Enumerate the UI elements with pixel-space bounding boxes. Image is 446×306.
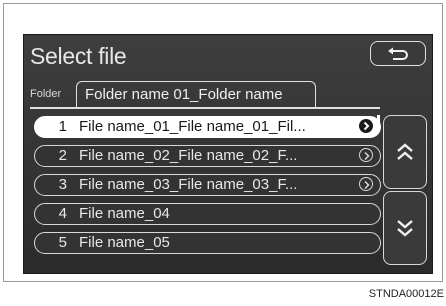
figure-code: STNDA00012E — [368, 288, 444, 300]
double-chevron-up-icon — [397, 143, 413, 160]
folder-row: Folder Folder name 01_Folder name — [24, 81, 432, 107]
file-item-5[interactable]: 5 File name_05 — [34, 232, 381, 254]
double-chevron-down-icon — [397, 220, 413, 237]
file-item-1[interactable]: 1 File name_01_File name_01_Fil... — [34, 116, 381, 138]
file-item-2[interactable]: 2 File name_02_File name_02_F... — [34, 145, 381, 167]
scroll-down-button[interactable] — [383, 191, 427, 265]
folder-name: Folder name 01_Folder name — [85, 86, 283, 103]
file-number: 5 — [58, 234, 67, 251]
file-number: 2 — [58, 147, 67, 164]
back-arrow-icon — [388, 47, 408, 60]
file-name: File name_05 — [79, 234, 170, 251]
play-circle-icon — [359, 148, 373, 162]
file-name: File name_03_File name_03_F... — [79, 176, 298, 193]
file-number: 1 — [58, 118, 67, 135]
list-divider — [30, 107, 380, 109]
folder-name-tab: Folder name 01_Folder name — [76, 81, 316, 107]
file-name: File name_04 — [79, 205, 170, 222]
file-name: File name_01_File name_01_Fil... — [79, 118, 306, 135]
play-circle-icon — [359, 177, 373, 191]
screen-title: Select file — [30, 43, 127, 69]
play-circle-icon — [359, 119, 373, 133]
file-name: File name_02_File name_02_F... — [79, 147, 298, 164]
file-item-4[interactable]: 4 File name_04 — [34, 203, 381, 225]
file-number: 4 — [58, 205, 67, 222]
folder-label: Folder — [30, 88, 62, 100]
back-button[interactable] — [370, 41, 426, 66]
display-screen: Select file Folder Folder name 01_Folder… — [23, 34, 433, 274]
file-item-3[interactable]: 3 File name_03_File name_03_F... — [34, 174, 381, 196]
scroll-up-button[interactable] — [383, 115, 427, 189]
file-number: 3 — [58, 176, 67, 193]
